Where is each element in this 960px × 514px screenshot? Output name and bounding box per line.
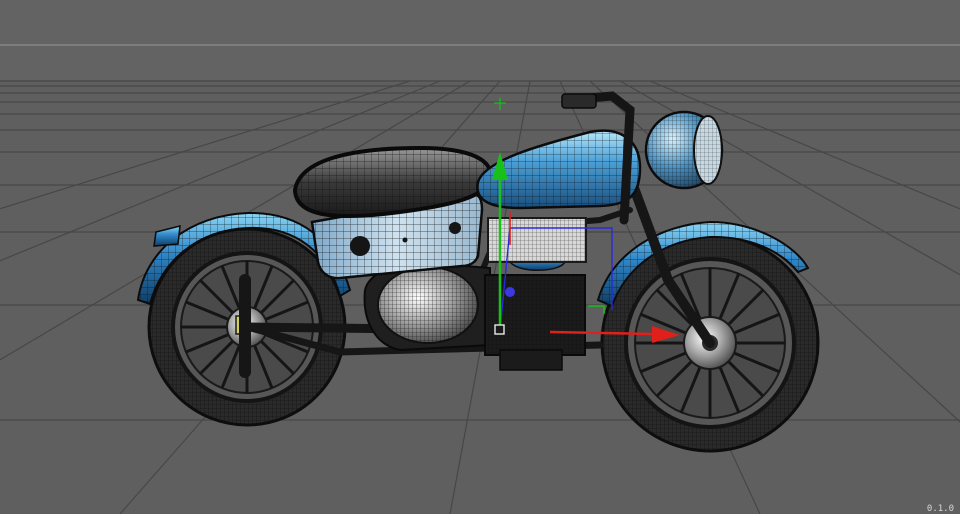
sky-band — [0, 0, 960, 80]
gizmo-pivot-handle[interactable] — [494, 324, 505, 335]
gizmo-center-handle[interactable] — [505, 287, 515, 297]
3d-viewport[interactable]: 0.1.0 — [0, 0, 960, 514]
viewport-canvas[interactable] — [0, 0, 960, 514]
viewport-corner-label: 0.1.0 — [926, 504, 954, 514]
headlight[interactable] — [644, 110, 724, 190]
handle-grip — [561, 93, 597, 109]
